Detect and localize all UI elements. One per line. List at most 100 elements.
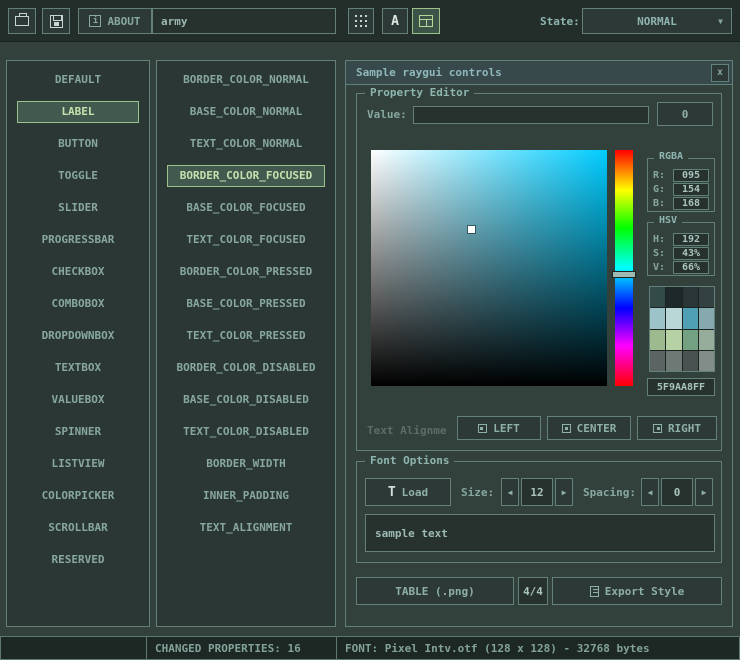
- control-item-checkbox[interactable]: CHECKBOX: [17, 261, 139, 283]
- property-item-border-width[interactable]: BORDER_WIDTH: [167, 453, 325, 475]
- state-dropdown[interactable]: NORMAL ▼: [582, 8, 732, 34]
- property-editor-title: Property Editor: [365, 86, 474, 99]
- hue-bar[interactable]: [615, 150, 633, 386]
- property-item-border-color-normal[interactable]: BORDER_COLOR_NORMAL: [167, 69, 325, 91]
- align-right-button[interactable]: RIGHT: [637, 416, 717, 440]
- font-T-icon: T: [388, 485, 396, 500]
- property-item-text-color-normal[interactable]: TEXT_COLOR_NORMAL: [167, 133, 325, 155]
- table-view-button[interactable]: [412, 8, 440, 34]
- control-item-button[interactable]: BUTTON: [17, 133, 139, 155]
- close-icon: x: [717, 67, 723, 78]
- property-item-text-color-disabled[interactable]: TEXT_COLOR_DISABLED: [167, 421, 325, 443]
- pages-valuebox[interactable]: 4/4: [518, 577, 548, 605]
- save-file-button[interactable]: [42, 8, 70, 34]
- align-left-button[interactable]: LEFT: [457, 416, 541, 440]
- size-increase-button[interactable]: ▶: [555, 478, 573, 506]
- rgba-panel: RGBA R: 095 G: 154 B: 168: [647, 158, 715, 212]
- hsv-panel: HSV H: 192 S: 43% V: 66%: [647, 222, 715, 276]
- export-table-button[interactable]: TABLE (.png): [356, 577, 514, 605]
- property-item-base-color-pressed[interactable]: BASE_COLOR_PRESSED: [167, 293, 325, 315]
- spacing-increase-button[interactable]: ▶: [695, 478, 713, 506]
- property-item-border-color-disabled[interactable]: BORDER_COLOR_DISABLED: [167, 357, 325, 379]
- control-item-combobox[interactable]: COMBOBOX: [17, 293, 139, 315]
- color-swatch[interactable]: [666, 287, 681, 307]
- g-value: 154: [673, 183, 709, 196]
- font-text-button[interactable]: A: [382, 8, 408, 34]
- font-atlas-button[interactable]: [348, 8, 374, 34]
- letter-a-icon: A: [391, 14, 399, 29]
- font-load-label: Load: [402, 486, 429, 499]
- color-swatch[interactable]: [666, 308, 681, 328]
- color-swatch[interactable]: [666, 330, 681, 350]
- control-item-dropdownbox[interactable]: DROPDOWNBOX: [17, 325, 139, 347]
- spacing-valuebox[interactable]: 0: [661, 478, 693, 506]
- s-label: S:: [653, 248, 665, 259]
- color-swatch[interactable]: [683, 287, 698, 307]
- about-button[interactable]: i ABOUT: [78, 8, 152, 34]
- window-titlebar[interactable]: Sample raygui controls x: [346, 61, 732, 85]
- control-item-reserved[interactable]: RESERVED: [17, 549, 139, 571]
- new-file-button[interactable]: [8, 8, 36, 34]
- property-item-text-color-pressed[interactable]: TEXT_COLOR_PRESSED: [167, 325, 325, 347]
- color-swatch[interactable]: [650, 351, 665, 371]
- property-item-text-color-focused[interactable]: TEXT_COLOR_FOCUSED: [167, 229, 325, 251]
- control-item-progressbar[interactable]: PROGRESSBAR: [17, 229, 139, 251]
- property-item-border-color-focused[interactable]: BORDER_COLOR_FOCUSED: [167, 165, 325, 187]
- hue-slider[interactable]: [612, 271, 636, 278]
- controls-list: DEFAULT LABEL BUTTON TOGGLE SLIDER PROGRESSBA…: [6, 60, 150, 627]
- align-center-icon: [562, 424, 571, 433]
- control-item-toggle[interactable]: TOGGLE: [17, 165, 139, 187]
- size-decrease-button[interactable]: ◀: [501, 478, 519, 506]
- control-item-label[interactable]: LABEL: [17, 101, 139, 123]
- value-input[interactable]: [413, 106, 649, 124]
- color-swatch[interactable]: [666, 351, 681, 371]
- new-file-icon: [15, 16, 29, 26]
- spacing-decrease-button[interactable]: ◀: [641, 478, 659, 506]
- control-item-colorpicker[interactable]: COLORPICKER: [17, 485, 139, 507]
- control-item-textbox[interactable]: TEXTBOX: [17, 357, 139, 379]
- color-swatch[interactable]: [699, 308, 714, 328]
- property-item-text-alignment[interactable]: TEXT_ALIGNMENT: [167, 517, 325, 539]
- size-valuebox[interactable]: 12: [521, 478, 553, 506]
- v-label: V:: [653, 262, 665, 273]
- color-swatch[interactable]: [699, 287, 714, 307]
- sv-square[interactable]: [371, 150, 607, 386]
- sample-text-input[interactable]: sample text: [365, 514, 715, 552]
- color-swatch[interactable]: [650, 330, 665, 350]
- info-icon: i: [89, 15, 101, 27]
- control-item-listview[interactable]: LISTVIEW: [17, 453, 139, 475]
- color-swatch[interactable]: [650, 287, 665, 307]
- g-label: G:: [653, 184, 665, 195]
- font-load-button[interactable]: T Load: [365, 478, 451, 506]
- control-item-scrollbar[interactable]: SCROLLBAR: [17, 517, 139, 539]
- hex-color-input[interactable]: 5F9AA8FF: [647, 378, 715, 396]
- color-swatch[interactable]: [699, 351, 714, 371]
- property-item-base-color-disabled[interactable]: BASE_COLOR_DISABLED: [167, 389, 325, 411]
- align-right-icon: [653, 424, 662, 433]
- h-value: 192: [673, 233, 709, 246]
- style-name-input[interactable]: army: [152, 8, 336, 34]
- color-swatch[interactable]: [683, 308, 698, 328]
- rgba-title: RGBA: [654, 151, 688, 162]
- sv-cursor[interactable]: [468, 226, 475, 233]
- h-label: H:: [653, 234, 665, 245]
- property-item-base-color-normal[interactable]: BASE_COLOR_NORMAL: [167, 101, 325, 123]
- value-button[interactable]: 0: [657, 102, 713, 126]
- control-item-spinner[interactable]: SPINNER: [17, 421, 139, 443]
- color-swatch[interactable]: [650, 308, 665, 328]
- control-item-slider[interactable]: SLIDER: [17, 197, 139, 219]
- chevron-down-icon: ▼: [718, 17, 723, 26]
- color-swatch[interactable]: [683, 351, 698, 371]
- export-style-button[interactable]: Export Style: [552, 577, 722, 605]
- property-item-base-color-focused[interactable]: BASE_COLOR_FOCUSED: [167, 197, 325, 219]
- close-button[interactable]: x: [711, 64, 729, 82]
- control-item-default[interactable]: DEFAULT: [17, 69, 139, 91]
- state-label: State:: [540, 15, 580, 28]
- property-item-border-color-pressed[interactable]: BORDER_COLOR_PRESSED: [167, 261, 325, 283]
- control-item-valuebox[interactable]: VALUEBOX: [17, 389, 139, 411]
- color-swatch[interactable]: [683, 330, 698, 350]
- color-swatch[interactable]: [699, 330, 714, 350]
- property-item-inner-padding[interactable]: INNER_PADDING: [167, 485, 325, 507]
- align-center-button[interactable]: CENTER: [547, 416, 631, 440]
- status-bar: CHANGED PROPERTIES: 16 FONT: Pixel Intv.…: [0, 636, 740, 660]
